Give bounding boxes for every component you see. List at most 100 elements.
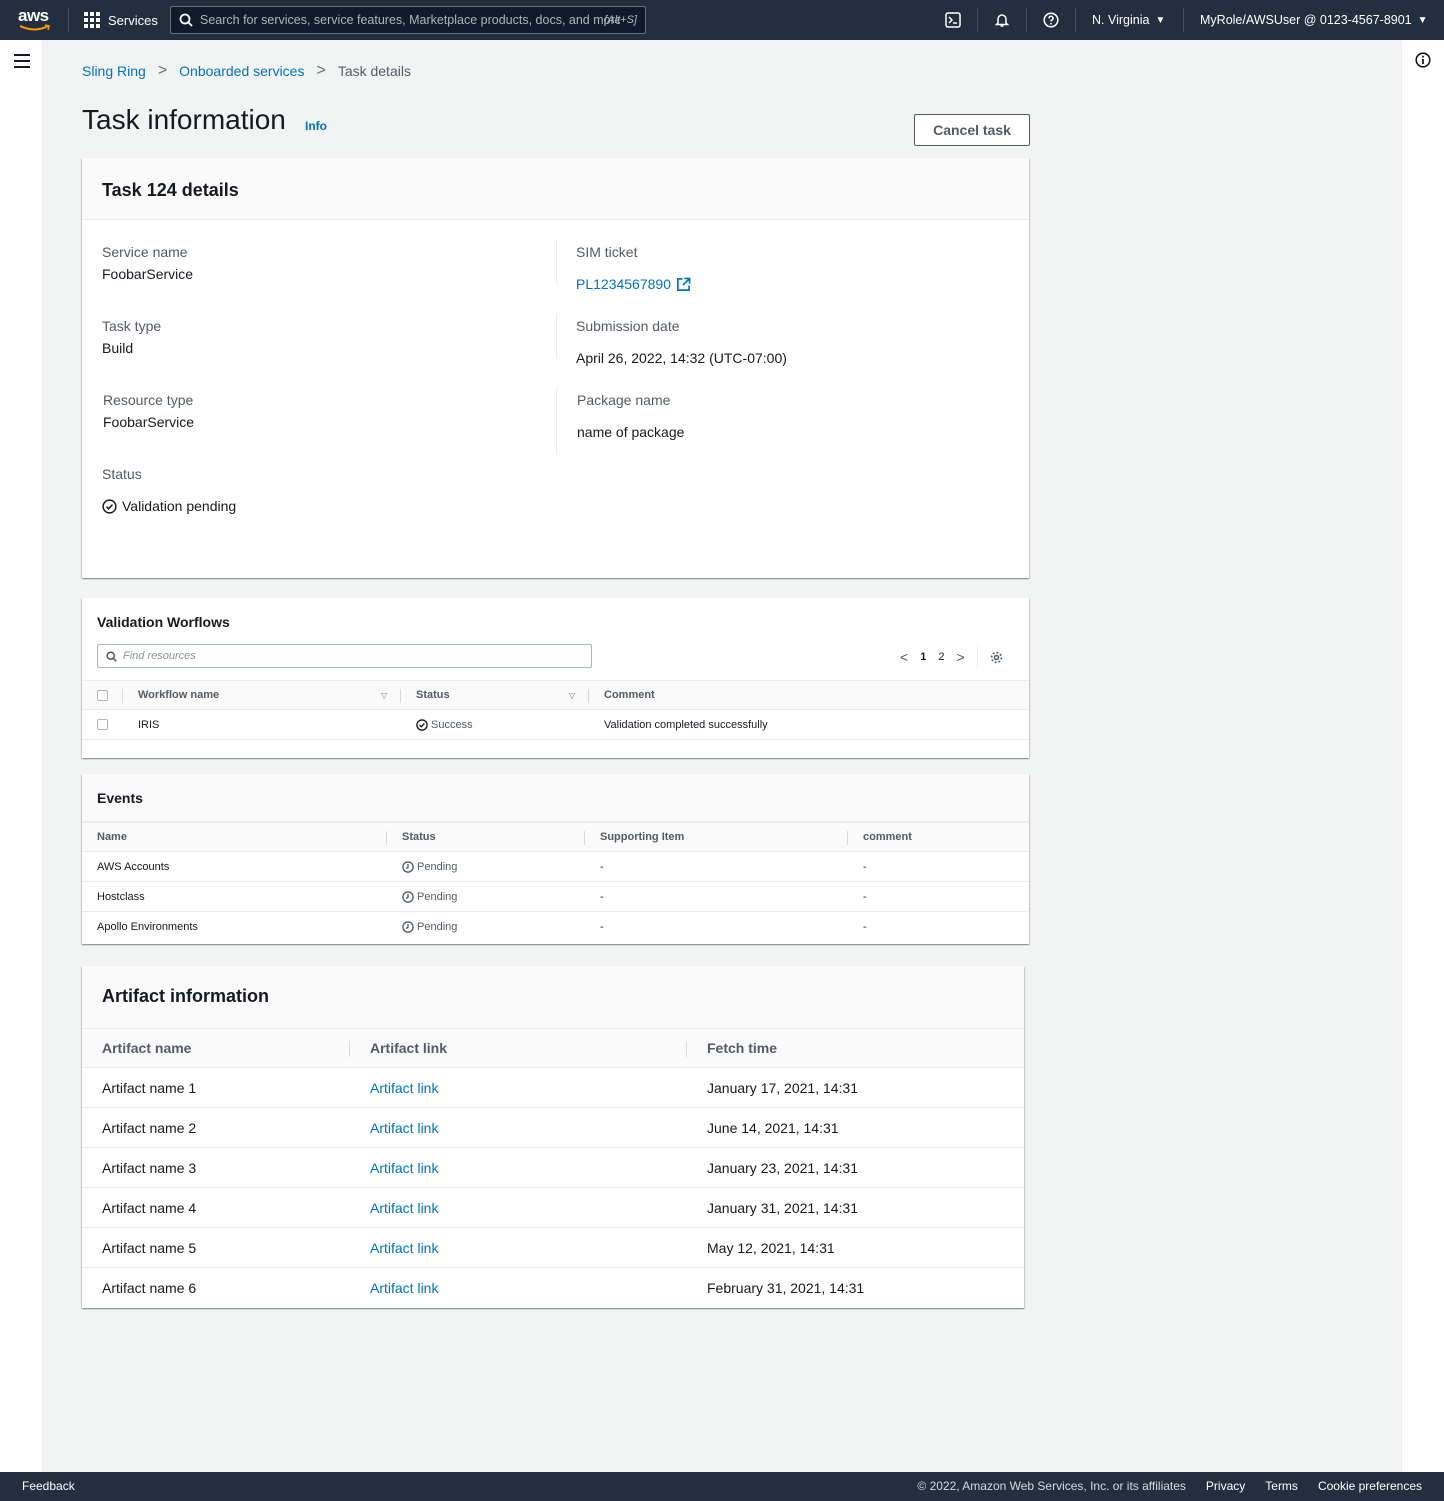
- artifact-link[interactable]: Artifact link: [370, 1068, 438, 1107]
- artifacts-table-header: Artifact name Artifact link Fetch time: [82, 1028, 1024, 1068]
- clock-icon: [402, 890, 414, 903]
- search-icon: [179, 13, 193, 27]
- region-selector[interactable]: N. Virginia ▼: [1092, 0, 1165, 40]
- column-divider: [556, 240, 557, 284]
- validation-workflows-title: Validation Worflows: [97, 614, 230, 630]
- terms-link[interactable]: Terms: [1265, 1479, 1298, 1493]
- artifact-name-cell: Artifact name 6: [102, 1280, 197, 1296]
- col-status[interactable]: Status: [416, 681, 450, 709]
- col-fetch-time: Fetch time: [707, 1040, 778, 1056]
- package-name-label: Package name: [577, 392, 671, 408]
- sort-caret-icon[interactable]: ▽: [381, 681, 387, 709]
- global-search[interactable]: [Alt+S]: [170, 6, 646, 34]
- artifact-link[interactable]: Artifact link: [370, 1228, 438, 1267]
- event-status-cell: Pending: [402, 882, 457, 911]
- privacy-link[interactable]: Privacy: [1206, 1479, 1245, 1493]
- cookie-preferences-link[interactable]: Cookie preferences: [1318, 1479, 1422, 1493]
- artifact-name-cell: Artifact name 1: [102, 1079, 197, 1096]
- task-type-field: Task type Build: [102, 318, 161, 356]
- column-divider: [400, 689, 401, 703]
- service-name-label: Service name: [102, 244, 188, 260]
- nav-divider: [1183, 8, 1184, 32]
- nav-divider: [1075, 8, 1076, 32]
- column-divider: [556, 388, 557, 454]
- select-all-checkbox[interactable]: [97, 689, 108, 701]
- fetch-time-cell: May 12, 2021, 14:31: [707, 1239, 835, 1256]
- col-status: Status: [402, 831, 436, 843]
- artifact-link[interactable]: Artifact link: [370, 1188, 438, 1227]
- col-artifact-link: Artifact link: [370, 1040, 448, 1056]
- table-row: Artifact name 3 Artifact link January 23…: [82, 1148, 1024, 1188]
- find-resources-filter[interactable]: [97, 644, 592, 668]
- event-item-cell: -: [600, 890, 604, 903]
- column-divider: [847, 831, 848, 845]
- find-resources-input[interactable]: [123, 650, 583, 662]
- artifact-link[interactable]: Artifact link: [370, 1108, 438, 1147]
- breadcrumb-item-onboarded-services[interactable]: Onboarded services: [179, 63, 304, 79]
- sim-ticket-link[interactable]: PL1234567890: [576, 276, 671, 292]
- artifact-name-cell: Artifact name 5: [102, 1239, 197, 1256]
- col-workflow-name[interactable]: Workflow name: [138, 681, 219, 709]
- fetch-time-cell: February 31, 2021, 14:31: [707, 1280, 865, 1296]
- side-navigation-rail: [0, 40, 43, 1472]
- task-details-header: Task 124 details: [82, 158, 1029, 220]
- col-artifact-name: Artifact name: [102, 1040, 192, 1056]
- event-status-text: Pending: [417, 890, 458, 903]
- task-type-value: Build: [102, 340, 134, 356]
- column-divider: [584, 831, 585, 845]
- event-status-cell: Pending: [402, 852, 457, 881]
- sort-caret-icon[interactable]: ▽: [569, 681, 575, 709]
- table-row: Artifact name 6 Artifact link February 3…: [82, 1268, 1024, 1308]
- global-search-input[interactable]: [200, 13, 620, 27]
- aws-logo[interactable]: aws: [18, 6, 54, 34]
- sim-ticket-value: PL1234567890: [576, 276, 691, 292]
- help-button[interactable]: [1041, 10, 1061, 30]
- chevron-right-icon[interactable]: >: [956, 649, 964, 665]
- events-title: Events: [97, 790, 143, 806]
- page-1-button[interactable]: 1: [920, 651, 926, 663]
- events-table-header: Name Status Supporting Item comment: [82, 822, 1029, 852]
- column-divider: [588, 689, 589, 703]
- search-shortcut-hint: [Alt+S]: [604, 14, 637, 26]
- cancel-task-button[interactable]: Cancel task: [914, 114, 1030, 146]
- notifications-button[interactable]: [992, 10, 1012, 30]
- artifact-link[interactable]: Artifact link: [370, 1268, 438, 1308]
- col-name: Name: [97, 831, 127, 843]
- bell-icon: [994, 14, 1010, 27]
- service-name-value: FoobarService: [102, 266, 194, 282]
- table-row: Artifact name 2 Artifact link June 14, 2…: [82, 1108, 1024, 1148]
- clock-icon: [402, 860, 414, 873]
- event-status-text: Pending: [417, 921, 458, 933]
- aws-smile-icon: [19, 24, 50, 31]
- external-link-icon[interactable]: [676, 277, 691, 292]
- artifact-information-panel: Artifact information Artifact name Artif…: [82, 966, 1024, 1308]
- events-table: Name Status Supporting Item comment AWS …: [82, 822, 1029, 942]
- breadcrumb-item-sling-ring[interactable]: Sling Ring: [82, 63, 146, 79]
- feedback-button[interactable]: Feedback: [22, 1479, 75, 1493]
- services-menu-button[interactable]: Services: [84, 0, 158, 40]
- artifact-information-header: Artifact information: [82, 966, 1024, 1028]
- chevron-left-icon[interactable]: <: [900, 649, 908, 665]
- menu-icon[interactable]: [14, 54, 30, 68]
- artifact-name-cell: Artifact name 3: [102, 1159, 197, 1176]
- task-type-label: Task type: [102, 318, 162, 334]
- cloudshell-button[interactable]: [943, 10, 963, 30]
- column-divider: [686, 1041, 687, 1057]
- artifact-link[interactable]: Artifact link: [370, 1148, 438, 1187]
- copyright-text: © 2022, Amazon Web Services, Inc. or its…: [917, 1479, 1186, 1493]
- info-icon[interactable]: [1415, 52, 1431, 68]
- page-2-button[interactable]: 2: [938, 651, 944, 663]
- info-link[interactable]: Info: [305, 119, 327, 133]
- row-checkbox[interactable]: [97, 719, 108, 730]
- col-comment: Comment: [604, 689, 655, 701]
- gear-icon[interactable]: [990, 651, 1003, 664]
- table-row: Artifact name 5 Artifact link May 12, 20…: [82, 1228, 1024, 1268]
- fetch-time-cell: January 31, 2021, 14:31: [707, 1199, 859, 1216]
- grid-icon: [84, 12, 100, 28]
- chevron-right-icon: >: [316, 62, 326, 79]
- search-icon: [106, 650, 117, 662]
- caret-down-icon: ▼: [1155, 14, 1166, 26]
- validation-workflows-panel: Validation Worflows < 1 2 > Workflow nam…: [82, 598, 1029, 758]
- account-menu[interactable]: MyRole/AWSUser @ 0123-4567-8901 ▼: [1200, 0, 1428, 40]
- event-comment-cell: -: [863, 921, 867, 933]
